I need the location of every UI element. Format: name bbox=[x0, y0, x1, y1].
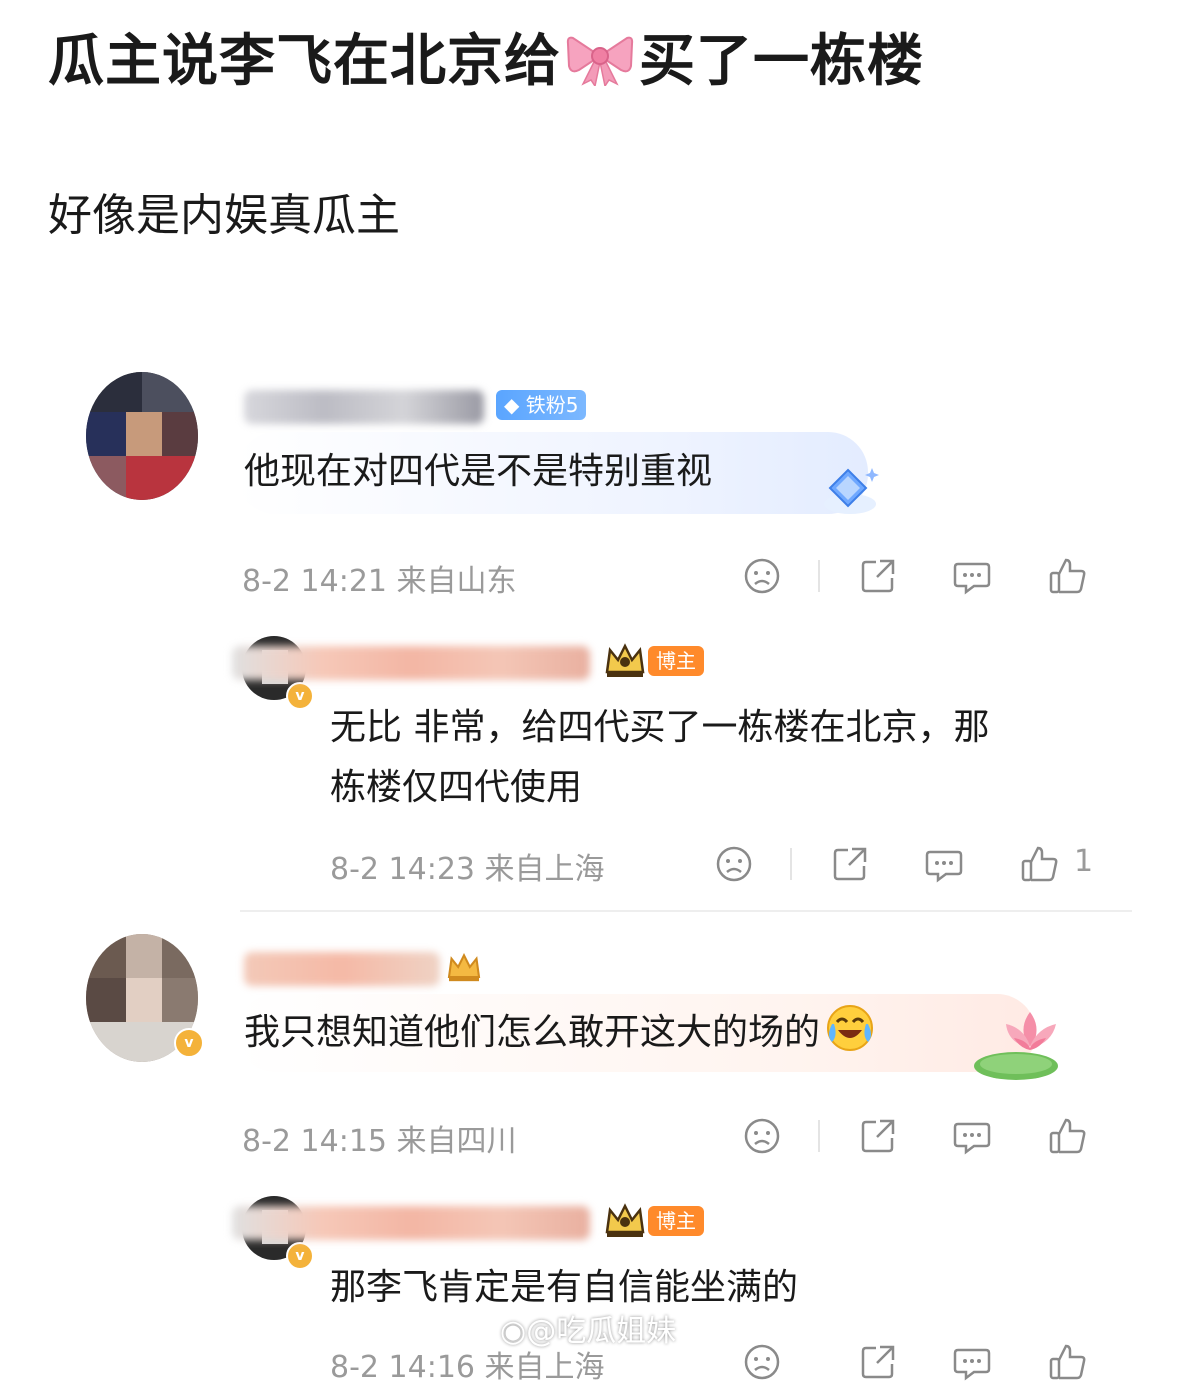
reply-text-line2: 栋楼仅四代使用 bbox=[330, 767, 583, 808]
crown-icon bbox=[605, 1203, 645, 1237]
reply-button[interactable] bbox=[924, 844, 964, 884]
comment-time: 8-2 14:21 bbox=[242, 564, 387, 599]
host-badge: 博主 bbox=[648, 646, 704, 676]
frown-icon bbox=[744, 558, 780, 594]
username-blurred[interactable] bbox=[232, 1206, 590, 1240]
reply-button[interactable] bbox=[952, 1342, 992, 1382]
share-icon bbox=[861, 559, 895, 593]
thumbs-up-icon bbox=[1049, 1118, 1086, 1154]
comment-icon bbox=[925, 850, 963, 883]
divider-vertical bbox=[818, 560, 820, 592]
comment-text: 他现在对四代是不是特别重视 bbox=[244, 451, 713, 492]
diamond-sticker-icon bbox=[824, 468, 879, 514]
username-blurred[interactable] bbox=[232, 646, 590, 680]
frown-icon bbox=[716, 846, 752, 882]
thumbs-up-icon bbox=[1049, 558, 1086, 594]
username-blurred[interactable] bbox=[244, 952, 440, 986]
reply-location: 来自上海 bbox=[484, 852, 605, 887]
share-icon bbox=[861, 1119, 895, 1153]
divider-vertical bbox=[818, 1120, 820, 1152]
reply-time: 8-2 14:23 bbox=[330, 852, 475, 887]
like-button[interactable] bbox=[1048, 1116, 1088, 1156]
title-left: 瓜主说李飞在北京给 bbox=[48, 29, 561, 94]
ribbon-bow-icon bbox=[565, 28, 635, 88]
share-icon bbox=[833, 847, 867, 881]
comment-time: 8-2 14:15 bbox=[242, 1124, 387, 1159]
laugh-cry-emoji bbox=[827, 1005, 874, 1051]
crown-icon bbox=[605, 643, 645, 677]
reply-text-line1: 无比 非常，给四代买了一栋楼在北京，那 bbox=[330, 707, 990, 748]
frown-icon bbox=[744, 1118, 780, 1154]
share-button[interactable] bbox=[858, 1342, 898, 1382]
lotus-sticker-icon bbox=[974, 1012, 1058, 1080]
verified-icon: v bbox=[286, 1242, 314, 1270]
avatar[interactable] bbox=[86, 372, 198, 500]
thumbs-up-icon bbox=[1021, 846, 1058, 882]
username-blurred[interactable] bbox=[244, 390, 484, 424]
dislike-button[interactable] bbox=[742, 1342, 782, 1382]
dislike-button[interactable] bbox=[714, 844, 754, 884]
reply-time: 8-2 14:16 bbox=[330, 1350, 475, 1385]
like-button[interactable] bbox=[1048, 1342, 1088, 1382]
title-right: 买了一栋楼 bbox=[639, 29, 924, 94]
comment-icon bbox=[953, 562, 991, 595]
reply-meta: 8-2 14:23 来自上海 bbox=[330, 844, 605, 888]
dislike-button[interactable] bbox=[742, 556, 782, 596]
comment-text: 我只想知道他们怎么敢开这大的场的 bbox=[244, 1002, 876, 1063]
comment-location: 来自山东 bbox=[396, 564, 517, 599]
fan-level-badge: ◆ 铁粉5 bbox=[496, 390, 587, 420]
verified-icon: v bbox=[286, 682, 314, 710]
host-badge: 博主 bbox=[648, 1206, 704, 1236]
reply-button[interactable] bbox=[952, 556, 992, 596]
share-icon bbox=[861, 1345, 895, 1379]
comment-icon bbox=[953, 1122, 991, 1155]
comment-meta: 8-2 14:15 来自四川 bbox=[242, 1116, 517, 1160]
post-title: 瓜主说李飞在北京给 买了一栋楼 bbox=[48, 22, 924, 102]
reply-button[interactable] bbox=[952, 1116, 992, 1156]
divider-vertical bbox=[790, 848, 792, 880]
verified-icon: v bbox=[174, 1028, 204, 1058]
crown-icon bbox=[447, 953, 481, 982]
comment-icon bbox=[953, 1348, 991, 1381]
watermark: ◉@吃瓜姐妹 bbox=[500, 1314, 677, 1349]
frown-icon bbox=[744, 1344, 780, 1380]
thumbs-up-icon bbox=[1049, 1344, 1086, 1380]
post-subtitle: 好像是内娱真瓜主 bbox=[48, 190, 400, 241]
diamond-icon: ◆ bbox=[504, 393, 526, 417]
reply-location: 来自上海 bbox=[484, 1350, 605, 1385]
share-button[interactable] bbox=[858, 1116, 898, 1156]
comment-meta: 8-2 14:21 来自山东 bbox=[242, 556, 517, 600]
share-button[interactable] bbox=[858, 556, 898, 596]
weibo-logo-icon: ◉ bbox=[500, 1314, 527, 1349]
comment-location: 来自四川 bbox=[396, 1124, 517, 1159]
like-button[interactable] bbox=[1048, 556, 1088, 596]
like-button[interactable] bbox=[1020, 844, 1060, 884]
dislike-button[interactable] bbox=[742, 1116, 782, 1156]
share-button[interactable] bbox=[830, 844, 870, 884]
like-count: 1 bbox=[1074, 844, 1094, 879]
comment-divider bbox=[240, 910, 1132, 912]
